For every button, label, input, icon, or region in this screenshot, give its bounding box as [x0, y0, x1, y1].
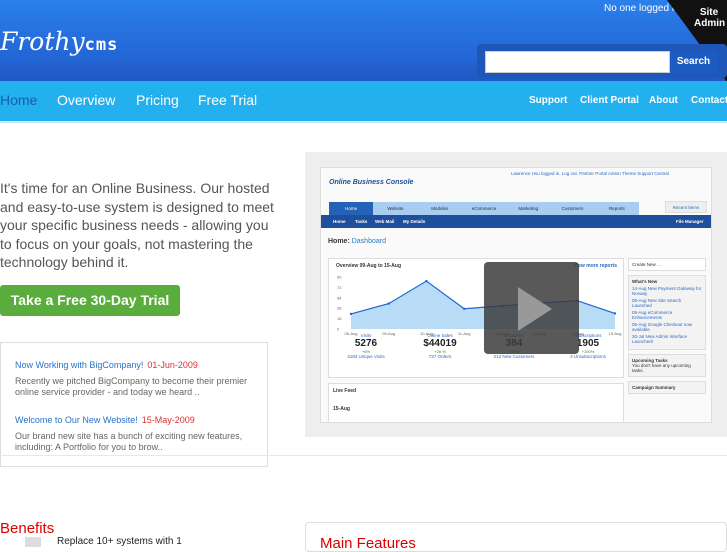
y-tick-label: 18 [337, 316, 342, 321]
dash-title: Dashboard [351, 238, 386, 245]
y-tick-label: 90 [337, 275, 342, 280]
console-subnav-item: Web Mail [375, 219, 395, 224]
stat-value: 5276 [354, 338, 378, 349]
news-box: Now Working with BigCompany! 01-Jun-2009 … [0, 342, 268, 467]
features-heading: Main Features [320, 535, 416, 552]
console-subnav-item: Tasks [355, 219, 368, 224]
benefit-icon [25, 537, 41, 547]
console-overview-panel: Overview 09-Aug to 15-Aug View more repo… [328, 258, 624, 378]
logo-script: Frothy [0, 27, 85, 56]
console-title: Online Business Console [329, 179, 414, 186]
chart-point [349, 312, 353, 316]
upcoming-box: Upcoming Tasks You don't have any upcomin… [628, 354, 706, 377]
whats-new-box: What's New 14-Aug New Payment Gateway for… [628, 275, 706, 350]
whats-new-item: 30-Jul New Admin Interface Launched! [632, 334, 688, 344]
console-screenshot: Online Business Console Lawrence Hsu log… [320, 167, 712, 423]
console-stats: Visits 5276 +6% 4183 Unique Visits Online Sa… [329, 333, 625, 359]
nav-pricing[interactable]: Pricing [136, 92, 179, 108]
campaign-title: Campaign Summary [632, 385, 676, 390]
chart-point [462, 307, 466, 310]
benefits-heading: Benefits [0, 520, 55, 537]
nav-contact[interactable]: Contact [691, 95, 727, 106]
whats-new-item: 05-Aug Google Checkout now available [632, 322, 693, 332]
benefit-item: Replace 10+ systems with 1 [57, 536, 182, 547]
y-tick-label: 54 [337, 295, 342, 300]
live-feed-date: 15-Aug [333, 406, 350, 412]
console-tab: Website [387, 206, 404, 211]
create-new: Create New ... [628, 258, 706, 271]
stat-sub: 737 Orders [428, 354, 452, 359]
login-status: No one logged in [604, 3, 680, 14]
console-tab: Modules [431, 206, 449, 211]
stat-0: Visits 5276 +6% 4183 Unique Visits [329, 333, 403, 359]
campaign-box: Campaign Summary [628, 381, 706, 394]
divider [0, 455, 727, 456]
y-tick-label: 0 [337, 327, 340, 332]
main-nav: Home Overview Pricing Free Trial Support… [0, 81, 727, 123]
console-tab: Home [329, 202, 374, 215]
console-recent: Recent Items [665, 201, 707, 213]
news-title-link[interactable]: Welcome to Our New Website! [15, 415, 138, 425]
chart-point [613, 312, 617, 315]
news-item: Welcome to Our New Website! 15-May-2009 O… [15, 410, 253, 453]
site-admin-link[interactable]: Site Admin [694, 7, 725, 29]
console-tab: eCommerce [471, 206, 497, 211]
stat-value: $44019 [423, 338, 457, 349]
news-item: Now Working with BigCompany! 01-Jun-2009 … [15, 355, 253, 398]
chart-point [425, 279, 428, 283]
product-video[interactable]: Online Business Console Lawrence Hsu log… [305, 152, 727, 437]
logo-bold: cms [84, 35, 119, 55]
overview-chart: 0183654729008-Aug09-Aug10-Aug11-Aug12-Au… [337, 275, 621, 337]
nav-overview[interactable]: Overview [57, 92, 115, 108]
console-subnav-item: My Details [403, 219, 426, 224]
play-button[interactable] [484, 262, 579, 354]
console-file-manager: File Manager [676, 219, 704, 224]
live-feed-title: Live Feed [333, 388, 357, 394]
console-subnav-item: Home [333, 219, 346, 224]
whats-new-item: 14-Aug New Payment Gateway for Norway [632, 286, 702, 296]
upcoming-text: You don't have any upcoming tasks. [632, 363, 691, 373]
nav-support[interactable]: Support [529, 95, 567, 106]
console-dash-title: Home: Dashboard [328, 238, 386, 245]
live-feed: Live Feed 15-Aug [328, 383, 624, 422]
stat-sub: 3 Unsubscriptions [570, 354, 606, 359]
whats-new-item: 08-Aug New Site Search Launched [632, 298, 682, 308]
news-date: 01-Jun-2009 [147, 360, 198, 370]
news-title-link[interactable]: Now Working with BigCompany! [15, 360, 143, 370]
stat-sub: 212 New Customers [493, 354, 535, 359]
console-tab: Marketing [518, 206, 539, 211]
console-top-links: Lawrence Hsu logged in. Log out. Partner… [511, 171, 669, 176]
console-sidebar: Create New ... What's New 14-Aug New Paym… [628, 258, 706, 398]
y-tick-label: 36 [337, 306, 342, 311]
search-input[interactable] [485, 51, 670, 73]
whats-new-title: What's New [632, 279, 658, 284]
features-box: Main Features [305, 522, 727, 552]
nav-about[interactable]: About [649, 95, 678, 106]
whats-new-item: 05-Aug eCommerce Enhancements [632, 310, 673, 320]
console-tab: Reports [608, 206, 625, 211]
free-trial-button[interactable]: Take a Free 30-Day Trial [0, 285, 180, 316]
console-subnav: Home Tasks Web Mail My Details File Mana… [321, 215, 711, 228]
news-date: 15-May-2009 [141, 415, 195, 425]
intro-text: It's time for an Online Business. Our ho… [0, 180, 274, 270]
news-summary: Our brand new site has a bunch of exciti… [15, 431, 243, 452]
stat-1: Online Sales $44019 +26 % 737 Orders [403, 333, 477, 359]
dash-prefix: Home: [328, 238, 350, 245]
play-icon [518, 287, 552, 331]
chart-point [387, 302, 390, 305]
logo[interactable]: Frothycms [0, 27, 118, 56]
console-tab: Customers [561, 206, 584, 211]
news-summary: Recently we pitched BigCompany to become… [15, 376, 248, 397]
y-tick-label: 72 [337, 285, 342, 290]
console-tabs: Home Website Modules eCommerce Marketing… [329, 202, 639, 215]
search-button[interactable]: Search [670, 51, 717, 73]
nav-client-portal[interactable]: Client Portal [580, 95, 639, 106]
nav-free-trial[interactable]: Free Trial [198, 92, 257, 108]
nav-home[interactable]: Home [0, 92, 37, 108]
stat-sub: 4183 Unique Visits [347, 354, 385, 359]
